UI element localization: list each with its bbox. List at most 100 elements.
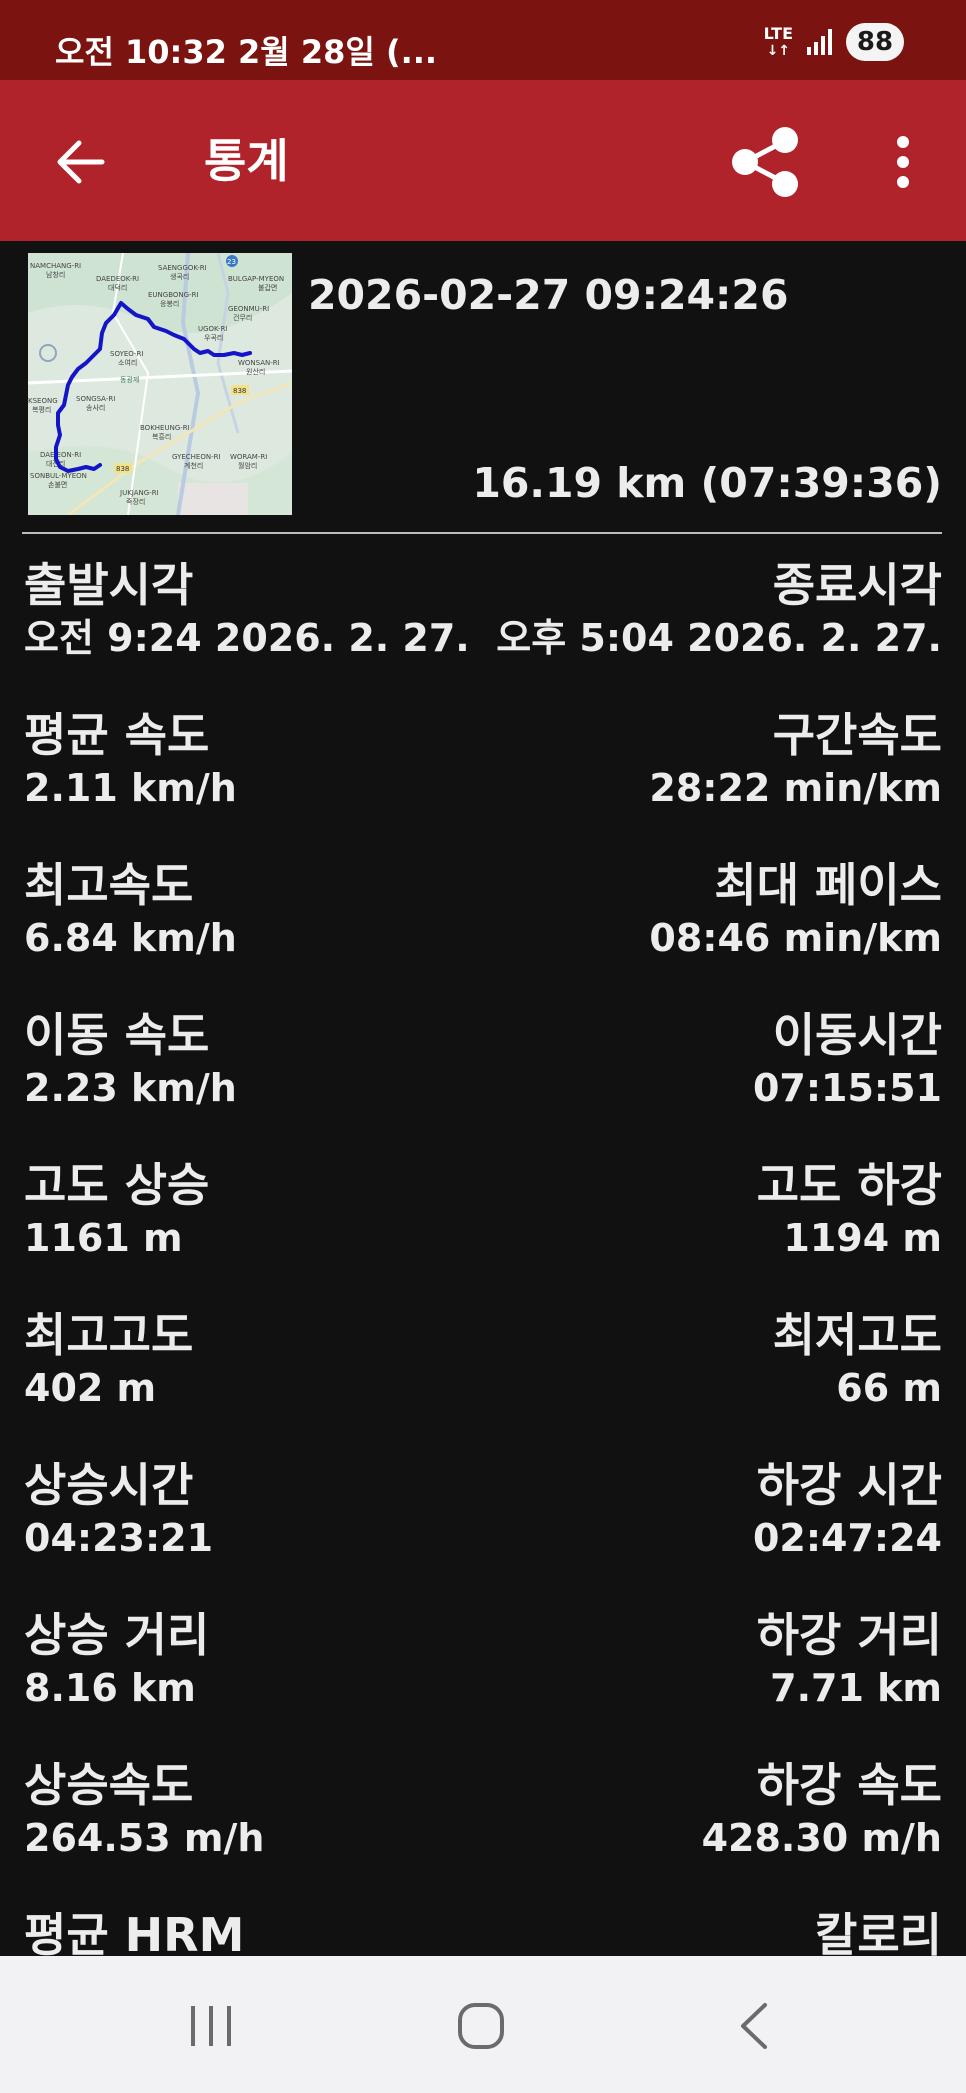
map-label: BULGAP-MYEON xyxy=(228,275,284,283)
map-label: JUKJANG-RI xyxy=(119,489,159,497)
stat-label: 최대 페이스 xyxy=(714,858,942,912)
map-label: DAEDEOK-RI xyxy=(96,275,139,283)
share-button[interactable] xyxy=(722,120,808,204)
stat-label: 상승 거리 xyxy=(24,1608,210,1662)
stat-value: 66 m xyxy=(836,1366,942,1410)
stat-end-time: 종료시각 오후 5:04 2026. 2. 27. xyxy=(496,540,942,662)
recent-apps-button[interactable] xyxy=(161,1986,261,2066)
stat-value: 07:15:51 xyxy=(752,1066,942,1110)
stat-max-speed: 최고속도 6.84 km/h xyxy=(24,840,237,962)
track-summary: NAMCHANG-RI 남창리 DAEDEOK-RI 대덕리 SAENGGOK-… xyxy=(0,241,966,534)
map-label: EUNGBONG-RI xyxy=(148,291,199,299)
stat-row-climb-distance: 상승 거리 8.16 km 하강 거리 7.71 km xyxy=(0,1590,966,1740)
route-map-thumbnail[interactable]: NAMCHANG-RI 남창리 DAEDEOK-RI 대덕리 SAENGGOK-… xyxy=(28,253,292,515)
status-bar: 오전 10:32 2월 28일 (... LTE ↓↑ 88 xyxy=(0,0,966,80)
stat-label: 최저고도 xyxy=(772,1308,942,1362)
route-map: NAMCHANG-RI 남창리 DAEDEOK-RI 대덕리 SAENGGOK-… xyxy=(28,253,292,515)
map-label: SONBUL-MYEON xyxy=(30,472,87,480)
stat-max-elevation: 최고고도 402 m xyxy=(24,1290,193,1412)
stat-value: 오후 5:04 2026. 2. 27. xyxy=(496,616,942,660)
signal-icon xyxy=(807,29,832,55)
stat-label: 출발시각 xyxy=(24,558,194,612)
stat-label: 하강 거리 xyxy=(756,1608,942,1662)
stat-start-time: 출발시각 오전 9:24 2026. 2. 27. xyxy=(24,540,470,662)
map-label: 우곡리 xyxy=(204,333,223,342)
stat-value: 2.23 km/h xyxy=(24,1066,237,1110)
map-label: SONGSA-RI xyxy=(76,395,115,403)
stat-value: 02:47:24 xyxy=(752,1516,942,1560)
stat-moving-speed: 이동 속도 2.23 km/h xyxy=(24,990,237,1112)
back-button[interactable] xyxy=(40,122,120,202)
home-icon xyxy=(458,2003,504,2049)
map-label: WORAM-RI xyxy=(230,453,267,461)
stat-average-hrm: 평균 HRM xyxy=(24,1890,244,1964)
stat-label: 이동 속도 xyxy=(24,1008,210,1062)
stat-value: 28:22 min/km xyxy=(649,766,942,810)
stat-label: 상승시간 xyxy=(24,1458,194,1512)
stat-value: 264.53 m/h xyxy=(24,1816,265,1860)
home-button[interactable] xyxy=(431,1986,531,2066)
stat-elevation-gain: 고도 상승 1161 m xyxy=(24,1140,209,1262)
map-label: BOKHEUNG-RI xyxy=(140,424,190,432)
stat-value: 2.11 km/h xyxy=(24,766,237,810)
stat-value: 08:46 min/km xyxy=(649,916,942,960)
stat-ascent-speed: 상승속도 264.53 m/h xyxy=(24,1740,264,1862)
stat-label: 종료시각 xyxy=(772,558,942,612)
map-label: 송사리 xyxy=(86,403,105,412)
stat-label: 구간속도 xyxy=(772,708,942,762)
back-chevron-icon xyxy=(741,2003,767,2049)
map-label: GYECHEON-RI xyxy=(172,453,221,461)
page-title: 통계 xyxy=(204,134,289,188)
map-label: 계천리 xyxy=(184,461,203,470)
stat-value: 7.71 km xyxy=(770,1666,942,1710)
track-date-time: 2026-02-27 09:24:26 xyxy=(308,271,789,319)
stat-row-elevation-range: 최고고도 402 m 최저고도 66 m xyxy=(0,1290,966,1440)
map-label: WONSAN-RI xyxy=(238,359,280,367)
stat-row-speed-pace: 평균 속도 2.11 km/h 구간속도 28:22 min/km xyxy=(0,690,966,840)
map-label: GEONMU-RI xyxy=(228,305,269,313)
map-label: 복평리 xyxy=(32,405,51,414)
system-nav-bar xyxy=(0,1956,966,2093)
map-label: SAENGGOK-RI xyxy=(158,264,207,272)
map-label: UGOK-RI xyxy=(198,325,227,333)
stat-row-start-end-time: 출발시각 오전 9:24 2026. 2. 27. 종료시각 오후 5:04 2… xyxy=(0,540,966,690)
status-time-date: 오전 10:32 2월 28일 (... xyxy=(55,33,438,71)
map-label: DAEJEON-RI xyxy=(40,451,81,459)
stat-row-max-speed-pace: 최고속도 6.84 km/h 최대 페이스 08:46 min/km xyxy=(0,840,966,990)
map-label: 생곡리 xyxy=(170,272,189,281)
divider xyxy=(22,532,942,534)
stat-label: 상승속도 xyxy=(24,1758,194,1812)
map-label: 원산리 xyxy=(246,367,265,376)
map-road-label: 23 xyxy=(227,258,236,266)
more-vert-icon xyxy=(897,136,909,188)
stat-descent-speed: 하강 속도 428.30 m/h xyxy=(702,1740,942,1862)
stat-value: 오전 9:24 2026. 2. 27. xyxy=(24,616,470,660)
map-label: 대덕리 xyxy=(108,283,127,292)
stat-value: 1194 m xyxy=(783,1216,942,1260)
stat-descent-distance: 하강 거리 7.71 km xyxy=(757,1590,942,1712)
stat-calories: 칼로리 xyxy=(815,1890,942,1964)
stat-value: 8.16 km xyxy=(24,1666,196,1710)
map-road-label: 838 xyxy=(116,465,129,473)
track-distance-duration: 16.19 km (07:39:36) xyxy=(472,459,942,507)
map-label: 복흥리 xyxy=(152,432,171,441)
stat-row-climb-speed: 상승속도 264.53 m/h 하강 속도 428.30 m/h xyxy=(0,1740,966,1890)
stat-min-elevation: 최저고도 66 m xyxy=(773,1290,942,1412)
stat-label: 하강 시간 xyxy=(756,1458,942,1512)
stat-label: 고도 하강 xyxy=(756,1158,942,1212)
map-label: 손불면 xyxy=(48,480,67,489)
more-options-button[interactable] xyxy=(876,122,930,202)
map-label: 월암리 xyxy=(238,461,257,470)
stat-row-climb-time: 상승시간 04:23:21 하강 시간 02:47:24 xyxy=(0,1440,966,1590)
stat-value: 402 m xyxy=(24,1366,157,1410)
back-arrow-icon xyxy=(57,140,105,184)
map-label: NAMCHANG-RI xyxy=(30,262,81,270)
stat-row-moving: 이동 속도 2.23 km/h 이동시간 07:15:51 xyxy=(0,990,966,1140)
stat-value: 04:23:21 xyxy=(24,1516,214,1560)
back-nav-button[interactable] xyxy=(703,1986,803,2066)
stat-value: 428.30 m/h xyxy=(701,1816,942,1860)
map-label: 불갑면 xyxy=(258,283,277,292)
share-icon xyxy=(732,127,798,197)
stat-ascent-distance: 상승 거리 8.16 km xyxy=(24,1590,209,1712)
stat-max-pace: 최대 페이스 08:46 min/km xyxy=(649,840,942,962)
